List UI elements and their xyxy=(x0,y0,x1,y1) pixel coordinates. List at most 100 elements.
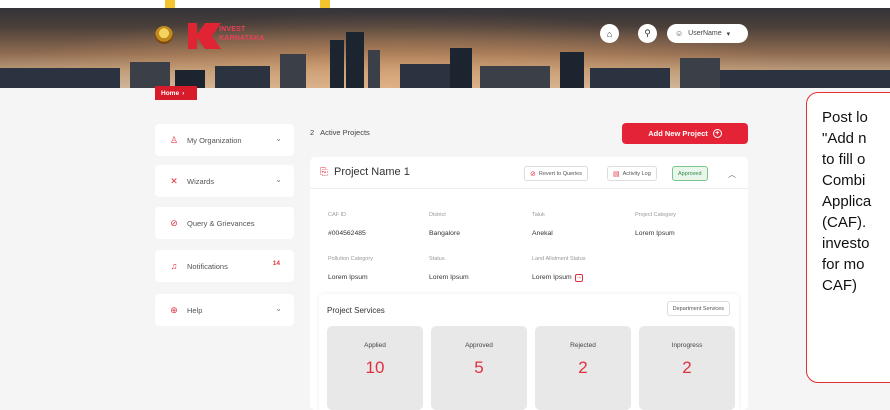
field-value: Bangalore xyxy=(429,230,460,237)
callout-line: Applica xyxy=(822,193,872,210)
callout-line: Post lo xyxy=(822,109,868,126)
field-label: District xyxy=(429,212,446,218)
user-name: UserName xyxy=(688,30,722,37)
external-link-icon[interactable]: → xyxy=(574,273,583,282)
sidebar-item-help[interactable]: ⊕ Help ⌄ xyxy=(155,294,294,326)
sidebar-item-label: Notifications xyxy=(187,261,228,271)
field-value-wrap: Lorem Ipsum → xyxy=(532,273,583,282)
service-tile-rejected[interactable]: Rejected 2 xyxy=(535,326,631,410)
field-pollution-category: Pollution Category Lorem Ipsum xyxy=(328,256,373,284)
field-project-category: Project Category Lorem Ipsum xyxy=(635,212,676,240)
skyline-building xyxy=(450,48,472,88)
brand-line-2: KARNATAKA xyxy=(219,35,265,42)
callout-line: Combi xyxy=(822,172,866,189)
revert-to-queries-button[interactable]: ⊘ Revert to Queries xyxy=(524,166,588,181)
callout-line: for mo xyxy=(822,256,865,273)
sidebar-item-wizards[interactable]: ✕ Wizards ⌄ xyxy=(155,165,294,197)
add-new-project-button[interactable]: Add New Project + xyxy=(622,123,748,144)
project-name: Project Name 1 xyxy=(334,166,410,178)
status-badge-label: Approved xyxy=(678,170,702,177)
breadcrumb[interactable]: Home › xyxy=(155,86,197,100)
service-tile-applied[interactable]: Applied 10 xyxy=(327,326,423,410)
active-projects-count: 2 Active Projects xyxy=(310,128,370,137)
help-icon: ⊕ xyxy=(170,304,178,315)
sidebar-item-query-grievances[interactable]: ⊘ Query & Grievances xyxy=(155,207,294,239)
bell-icon: ♫ xyxy=(170,261,178,271)
strip-mark xyxy=(320,0,330,8)
revert-label: Revert to Queries xyxy=(538,170,582,177)
status-badge: Approved xyxy=(672,166,708,181)
sidebar-item-notifications[interactable]: ♫ Notifications 14 xyxy=(155,250,294,282)
field-label: Land Allotment Status xyxy=(532,256,586,262)
tile-value: 2 xyxy=(682,358,692,377)
skyline-building xyxy=(0,68,120,88)
brand-line-1: INVEST xyxy=(219,26,246,33)
user-icon: ♙ xyxy=(169,134,179,145)
project-card-header: ⎘ Project Name 1 ⊘ Revert to Queries ▤ A… xyxy=(310,157,748,189)
government-emblem-icon xyxy=(155,26,173,44)
user-menu-button[interactable]: ☺ UserName ▾ xyxy=(667,24,748,43)
field-value: Lorem Ipsum xyxy=(532,274,572,281)
search-button[interactable]: ⚲ xyxy=(638,24,657,43)
tile-label: Applied xyxy=(364,342,386,349)
field-label: Taluk xyxy=(532,212,545,218)
project-services-title: Project Services xyxy=(327,306,385,315)
annotation-callout: Post lo "Add n to fill o Combi Applica (… xyxy=(806,92,890,383)
callout-line: "Add n xyxy=(822,130,867,147)
skyline-building xyxy=(280,54,306,88)
tile-label: Approved xyxy=(465,342,493,349)
active-projects-label: Active Projects xyxy=(320,128,370,137)
chevron-down-icon: ⌄ xyxy=(275,175,282,184)
skyline-building xyxy=(330,40,344,88)
breadcrumb-home[interactable]: Home xyxy=(161,90,179,97)
department-services-button[interactable]: Department Services xyxy=(666,301,730,316)
sidebar-item-label: My Organization xyxy=(187,135,242,145)
field-value: Lorem Ipsum xyxy=(635,230,675,237)
home-button[interactable]: ⌂ xyxy=(600,24,619,43)
chevron-down-icon: ⌄ xyxy=(275,134,282,143)
chevron-up-icon[interactable]: ︿ xyxy=(728,169,736,180)
service-tile-inprogress[interactable]: Inprogress 2 xyxy=(639,326,735,410)
callout-line: CAF) xyxy=(822,277,857,294)
callout-line: to fill o xyxy=(822,151,866,168)
query-icon: ⊘ xyxy=(170,217,178,228)
skyline-building xyxy=(560,52,584,88)
header-banner: INVEST KARNATAKA ⌂ ⚲ ☺ UserName ▾ xyxy=(0,0,890,88)
activity-log-label: Activity Log xyxy=(622,170,651,177)
wizard-icon: ✕ xyxy=(170,175,178,186)
department-services-label: Department Services xyxy=(672,305,724,312)
tile-value: 5 xyxy=(474,358,484,377)
activity-log-button[interactable]: ▤ Activity Log xyxy=(607,166,657,181)
invest-karnataka-logo xyxy=(188,23,222,49)
active-projects-number: 2 xyxy=(310,128,315,137)
sidebar-item-label: Query & Grievances xyxy=(187,218,255,228)
search-icon: ⚲ xyxy=(644,28,651,38)
field-district: District Bangalore xyxy=(429,212,460,240)
project-card: ⎘ Project Name 1 ⊘ Revert to Queries ▤ A… xyxy=(310,157,748,410)
strip-mark xyxy=(165,0,175,8)
add-circle-icon: + xyxy=(712,129,722,138)
field-label: CAF ID xyxy=(328,212,347,218)
skyline-building xyxy=(720,70,890,88)
revert-icon: ⊘ xyxy=(530,170,536,178)
field-caf-id: CAF ID #004562485 xyxy=(328,212,366,240)
project-services-panel: Project Services Department Services App… xyxy=(319,294,739,410)
field-value: Lorem Ipsum xyxy=(328,274,368,281)
callout-line: (CAF). xyxy=(822,214,867,231)
brand-name: INVEST KARNATAKA xyxy=(219,25,264,43)
skyline-building xyxy=(590,68,670,88)
top-strip xyxy=(0,0,890,8)
sidebar-item-my-organization[interactable]: ♙ My Organization ⌄ xyxy=(155,124,294,156)
field-status: Status Lorem Ipsum xyxy=(429,256,469,284)
add-new-project-label: Add New Project xyxy=(648,129,708,138)
chevron-down-icon: ⌄ xyxy=(275,304,282,313)
chevron-down-icon: ▾ xyxy=(726,30,731,38)
skyline-building xyxy=(368,50,380,88)
chevron-right-icon: › xyxy=(182,89,185,97)
field-label: Pollution Category xyxy=(328,256,373,262)
skyline-building xyxy=(215,66,270,88)
tile-value: 2 xyxy=(578,358,588,377)
field-value: Lorem Ipsum xyxy=(429,274,469,281)
service-tile-approved[interactable]: Approved 5 xyxy=(431,326,527,410)
activity-log-icon: ▤ xyxy=(613,170,620,178)
